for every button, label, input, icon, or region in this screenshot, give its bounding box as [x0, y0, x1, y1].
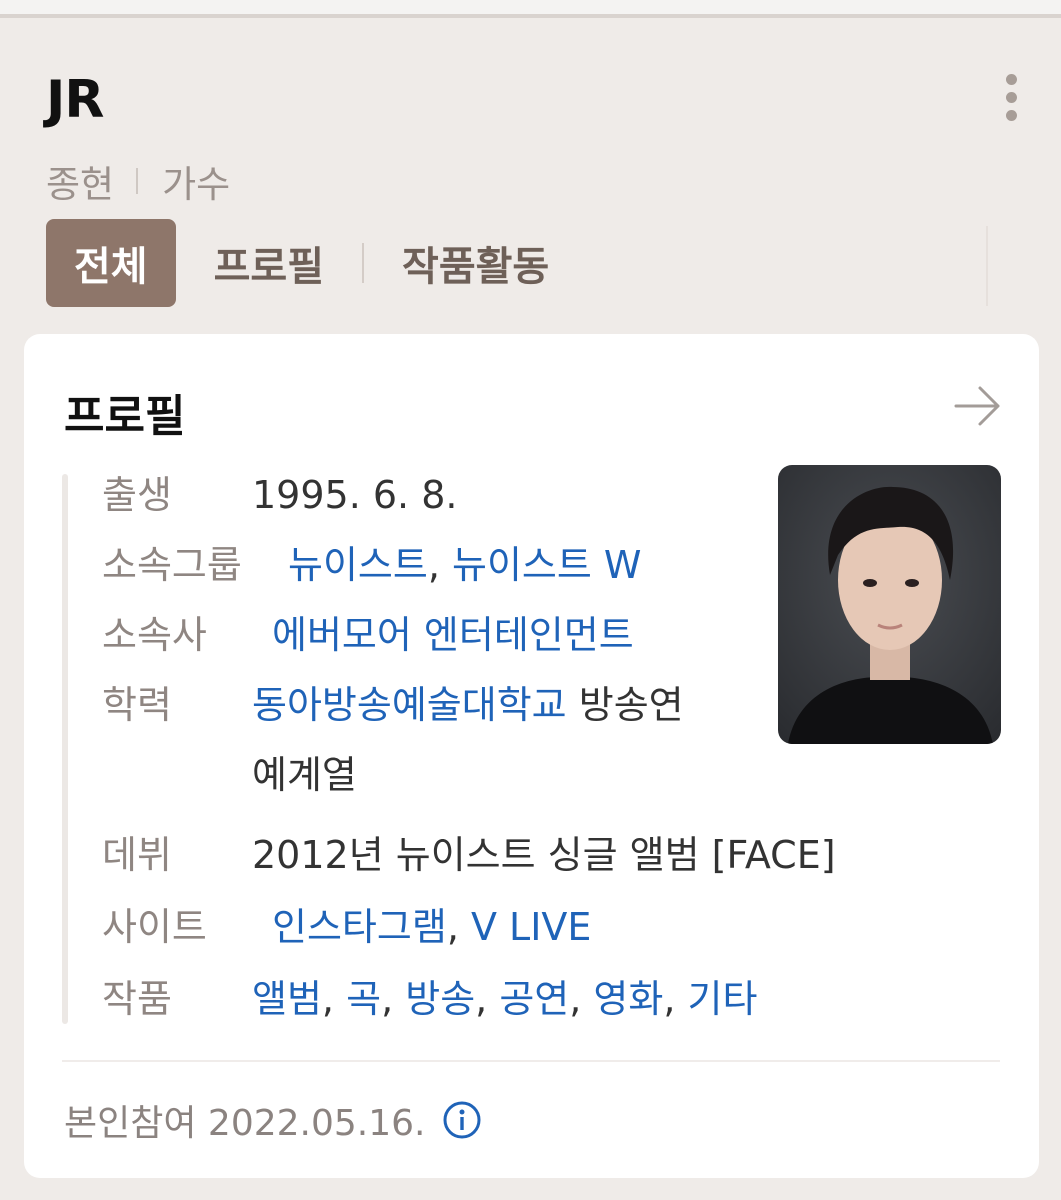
birth-label: 출생: [102, 473, 172, 517]
works-link-movie[interactable]: 영화: [593, 977, 663, 1021]
profile-footer: 본인참여 2022.05.16.: [64, 1094, 482, 1146]
top-strip: [0, 0, 1061, 14]
works-link-album[interactable]: 앨범: [252, 977, 322, 1021]
page-title: JR: [46, 70, 104, 130]
profile-side-bar: [62, 474, 68, 1024]
education-label-spacer: [102, 750, 252, 800]
education-label: 학력: [102, 683, 172, 727]
subtitle-job: 가수: [162, 163, 231, 206]
row-works: 작품 앨범, 곡, 방송, 공연, 영화, 기타: [102, 974, 757, 1024]
works-separator: ,: [381, 977, 406, 1021]
row-site: 사이트 인스타그램 , V LIVE: [102, 902, 591, 952]
works-separator: ,: [569, 977, 594, 1021]
more-dot: [1006, 110, 1017, 121]
row-education: 학력 동아방송예술대학교 방송연: [102, 680, 684, 730]
site-label: 사이트: [102, 905, 207, 949]
group-link-nuest[interactable]: 뉴이스트: [288, 540, 428, 590]
arrow-right-icon[interactable]: [954, 384, 1002, 428]
site-separator: ,: [446, 905, 471, 949]
works-separator: ,: [475, 977, 500, 1021]
row-education-cont: 예계열: [102, 750, 357, 800]
works-link-performance[interactable]: 공연: [499, 977, 569, 1021]
group-separator: ,: [427, 543, 453, 587]
row-group: 소속그룹 뉴이스트 , 뉴이스트 W: [102, 540, 642, 590]
row-debut: 데뷔 2012년 뉴이스트 싱글 앨범 [FACE]: [102, 830, 836, 880]
subtitle-separator: [136, 168, 139, 194]
more-options-button[interactable]: [996, 72, 1028, 124]
site-link-vlive[interactable]: V LIVE: [471, 902, 591, 952]
works-link-song[interactable]: 곡: [346, 977, 381, 1021]
tab-scroll-edge: [986, 226, 988, 306]
debut-value: 2012년 뉴이스트 싱글 앨범 [FACE]: [252, 833, 836, 877]
works-link-etc[interactable]: 기타: [688, 977, 758, 1021]
top-divider: [0, 14, 1061, 18]
tab-all[interactable]: 전체: [46, 219, 176, 307]
agency-label: 소속사: [102, 613, 207, 657]
agency-link[interactable]: 에버모어 엔터테인먼트: [272, 610, 634, 660]
profile-photo[interactable]: [778, 465, 1001, 744]
works-separator: ,: [321, 977, 347, 1021]
works-separator: ,: [663, 977, 688, 1021]
row-birth: 출생 1995. 6. 8.: [102, 470, 457, 520]
works-label: 작품: [102, 977, 172, 1021]
birth-value: 1995. 6. 8.: [252, 473, 458, 517]
more-vertical-icon: [1006, 74, 1017, 85]
profile-card-title: 프로필: [64, 391, 186, 442]
subtitle-name: 종현: [46, 163, 115, 206]
footer-divider: [62, 1060, 1000, 1062]
debut-label: 데뷔: [102, 833, 172, 877]
education-major: 방송연: [566, 683, 684, 727]
info-icon[interactable]: [442, 1100, 482, 1140]
profile-card: 프로필 출생 1995. 6. 8. 소속그룹 뉴이스트 , 뉴이스트 W 소속…: [24, 334, 1039, 1178]
group-label: 소속그룹: [102, 543, 242, 587]
site-link-instagram[interactable]: 인스타그램: [272, 902, 447, 952]
tab-profile[interactable]: 프로필: [214, 219, 324, 307]
education-link[interactable]: 동아방송예술대학교: [252, 683, 567, 727]
tab-works[interactable]: 작품활동: [402, 219, 549, 307]
subtitle: 종현 가수: [46, 154, 230, 208]
group-link-nuest-w[interactable]: 뉴이스트 W: [452, 540, 642, 590]
works-links: 앨범, 곡, 방송, 공연, 영화, 기타: [252, 974, 757, 1024]
row-agency: 소속사 에버모어 엔터테인먼트: [102, 610, 634, 660]
education-major-cont: 예계열: [252, 753, 357, 797]
self-participation-text: 본인참여 2022.05.16.: [64, 1103, 426, 1144]
tab-separator: [362, 243, 365, 283]
works-link-broadcast[interactable]: 방송: [405, 977, 475, 1021]
tab-bar: 전체 프로필 작품활동: [46, 219, 549, 307]
more-dot: [1006, 92, 1017, 103]
